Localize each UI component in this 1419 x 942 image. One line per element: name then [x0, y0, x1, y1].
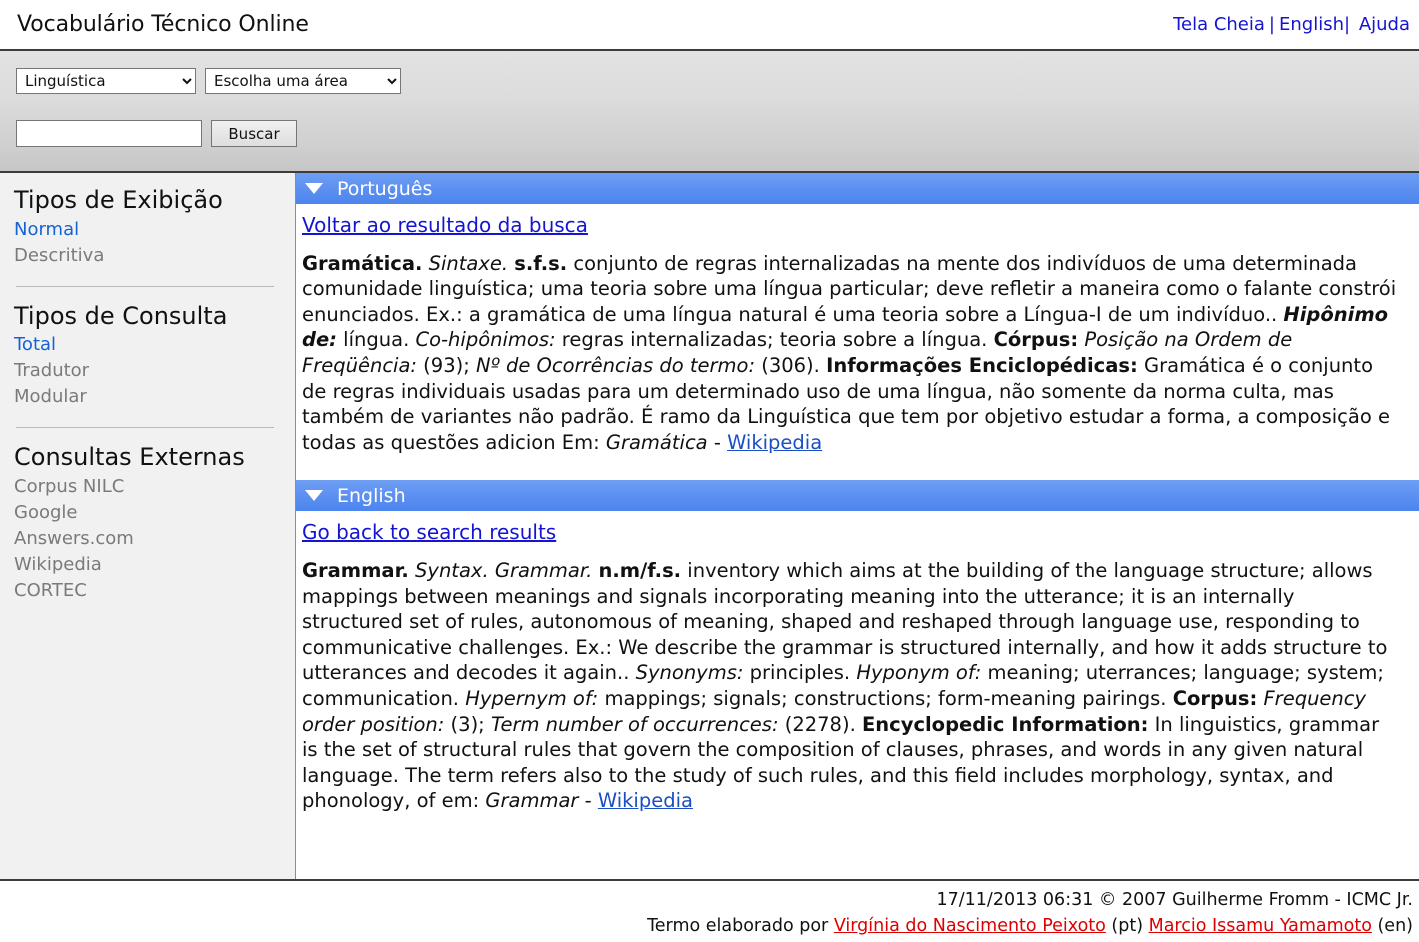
sidebar-heading-exibicao: Tipos de Exibição — [14, 186, 223, 214]
corpus-label-en: Corpus: — [1172, 686, 1258, 710]
panel-gap — [296, 465, 1419, 481]
fullscreen-link[interactable]: Tela Cheia — [1173, 14, 1265, 35]
cohyponym-label-pt: Co-hipônimos: — [415, 328, 556, 352]
link-separator-1: | — [1268, 14, 1275, 35]
sidebar-section-externas: Consultas Externas Corpus NILC Google An… — [14, 444, 279, 604]
select-row: Linguística Escolha uma área — [16, 68, 1419, 94]
sidebar-heading-externas: Consultas Externas — [14, 443, 245, 472]
header-links: Tela Cheia | English| Ajuda — [1173, 14, 1410, 35]
footer: 17/11/2013 06:31 © 2007 Guilherme Fromm … — [0, 881, 1419, 939]
term-en: Grammar. — [302, 558, 409, 582]
occurrences-label-en: Term number of occurrences: — [490, 712, 779, 736]
back-to-results-link-en[interactable]: Go back to search results — [302, 520, 556, 546]
chevron-down-icon[interactable] — [305, 183, 323, 194]
chevron-down-icon[interactable] — [305, 490, 323, 502]
grammar-tag-en: n.m/f.s. — [598, 558, 682, 582]
sidebar-item-tradutor[interactable]: Tradutor — [14, 358, 279, 384]
author-pt-link[interactable]: Virgínia do Nascimento Peixoto — [834, 916, 1106, 936]
author-en-link[interactable]: Marcio Issamu Yamamoto — [1149, 916, 1372, 936]
encyclopedic-label-pt: Informações Enciclopédicas: — [826, 353, 1138, 377]
encyclopedic-label-en: Encyclopedic Information: — [861, 712, 1149, 736]
sidebar: Tipos de Exibição Normal Descritiva Tipo… — [0, 173, 296, 879]
link-separator-2: | — [1344, 14, 1351, 35]
search-button[interactable]: Buscar — [211, 120, 297, 147]
search-input[interactable] — [16, 120, 202, 147]
subfield-en: Grammar. — [494, 558, 593, 582]
sidebar-item-modular[interactable]: Modular — [14, 384, 279, 410]
hypernym-label-en: Hypernym of: — [465, 686, 599, 710]
panel-body-english: Go back to search results Grammar. Synta… — [296, 511, 1419, 824]
sidebar-item-google[interactable]: Google — [14, 500, 279, 526]
sidebar-item-normal[interactable]: Normal — [14, 217, 279, 243]
sidebar-item-descritiva[interactable]: Descritiva — [14, 243, 279, 269]
source-term-pt: Gramática — [605, 430, 708, 454]
panel-header-english[interactable]: English — [296, 480, 1419, 512]
sidebar-item-wikipedia[interactable]: Wikipedia — [14, 552, 279, 578]
content-area: Português Voltar ao resultado da busca G… — [296, 173, 1419, 879]
credit-prefix: Termo elaborado por — [647, 916, 834, 936]
corpus-label-pt: Córpus: — [993, 328, 1079, 352]
sidebar-heading-consulta: Tipos de Consulta — [14, 301, 228, 330]
synonyms-value-en: principles. — [743, 661, 857, 685]
sidebar-item-corpus-nilc[interactable]: Corpus NILC — [14, 474, 279, 500]
term-pt: Gramática. — [302, 251, 423, 275]
hypernym-value-en: mappings; signals; constructions; form-m… — [598, 686, 1173, 710]
field-en: Syntax. — [415, 558, 489, 582]
hyponym-value-pt: língua. — [336, 328, 416, 352]
english-link[interactable]: English — [1279, 14, 1344, 35]
footer-copyright: 17/11/2013 06:31 © 2007 Guilherme Fromm … — [936, 890, 1414, 910]
source-dash-pt: - — [707, 430, 728, 454]
source-term-en: Grammar — [485, 789, 579, 813]
back-to-results-link-pt[interactable]: Voltar ao resultado da busca — [302, 213, 588, 239]
panel-header-portuguese[interactable]: Português — [296, 173, 1419, 204]
cohyponym-value-pt: regras internalizadas; teoria sobre a lí… — [555, 328, 994, 352]
sidebar-section-exibicao: Tipos de Exibição Normal Descritiva — [14, 186, 279, 269]
grammar-tag-pt: s.f.s. — [514, 251, 568, 275]
search-row: Buscar — [16, 120, 1419, 147]
panel-body-portuguese: Voltar ao resultado da busca Gramática. … — [296, 204, 1419, 465]
wikipedia-link-en[interactable]: Wikipedia — [598, 789, 693, 812]
frequency-value-en: (3); — [444, 712, 491, 736]
sidebar-item-answers[interactable]: Answers.com — [14, 526, 279, 552]
sidebar-divider-2 — [16, 427, 274, 429]
hyponym-label-en: Hyponym of: — [856, 661, 982, 685]
domain-select[interactable]: Escolha uma área — [205, 68, 401, 94]
footer-credit: Termo elaborado por Virgínia do Nascimen… — [0, 913, 1413, 939]
wikipedia-link-pt[interactable]: Wikipedia — [727, 431, 822, 454]
area-select[interactable]: Linguística — [16, 68, 196, 94]
synonyms-label-en: Synonyms: — [635, 661, 744, 685]
panel-title-portuguese: Português — [337, 177, 433, 200]
app-header: Vocabulário Técnico Online Tela Cheia | En… — [0, 0, 1419, 51]
occurrences-value-pt: (306). — [755, 353, 827, 377]
lang-pt-label: (pt) — [1105, 916, 1149, 936]
panel-title-english: English — [337, 484, 406, 507]
lang-en-label: (en) — [1371, 916, 1413, 936]
sidebar-item-total[interactable]: Total — [14, 332, 279, 358]
help-link[interactable]: Ajuda — [1359, 14, 1410, 35]
page-title: Vocabulário Técnico Online — [17, 12, 309, 37]
definition-english: Grammar. Syntax. Grammar. n.m/f.s. inven… — [302, 558, 1397, 814]
body-area: Tipos de Exibição Normal Descritiva Tipo… — [0, 173, 1419, 881]
sidebar-divider-1 — [16, 285, 274, 287]
occurrences-label-pt: Nº de Ocorrências do termo: — [475, 353, 756, 377]
sidebar-section-consulta: Tipos de Consulta Total Tradutor Modular — [14, 301, 279, 411]
field-pt: Sintaxe. — [428, 251, 509, 275]
source-dash-en: - — [578, 789, 598, 813]
occurrences-value-en: (2278). — [778, 712, 862, 736]
sidebar-item-cortec[interactable]: CORTEC — [14, 578, 279, 604]
frequency-value-pt: (93); — [416, 353, 476, 377]
definition-portuguese: Gramática. Sintaxe. s.f.s. conjunto de r… — [302, 251, 1397, 456]
search-toolbar: Linguística Escolha uma área Buscar — [0, 51, 1419, 173]
